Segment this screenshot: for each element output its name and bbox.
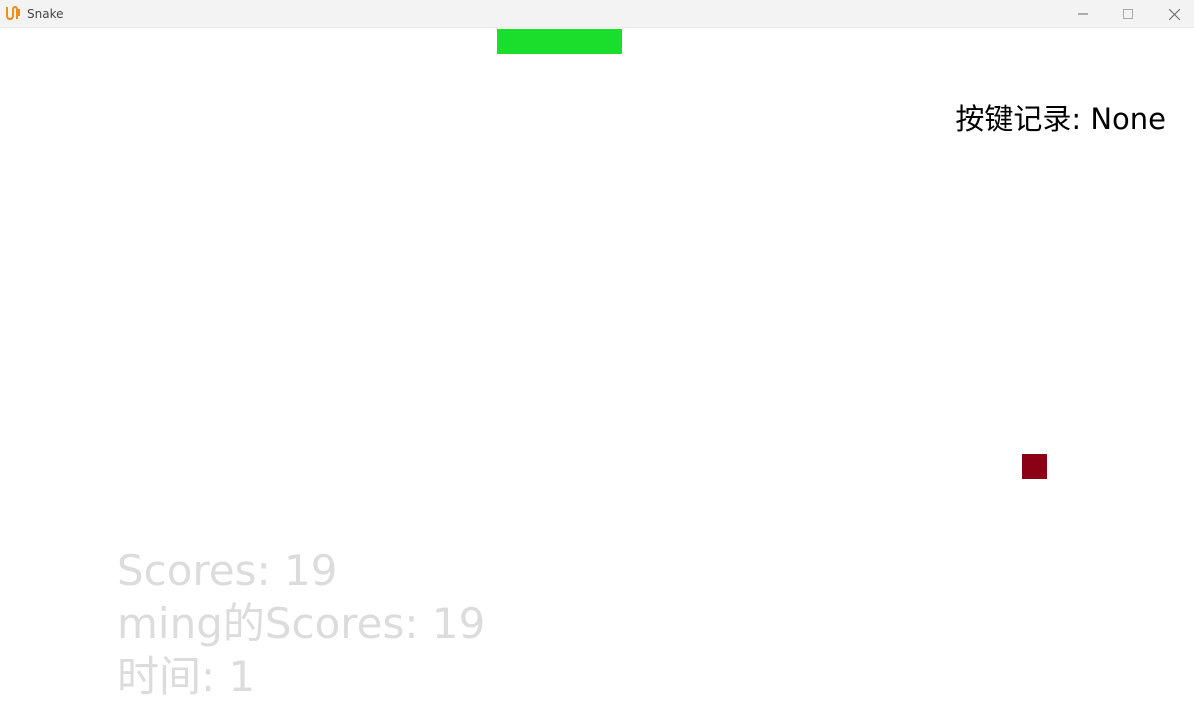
maximize-icon xyxy=(1123,9,1133,19)
minimize-button[interactable] xyxy=(1060,0,1106,28)
player-scores-label: ming的Scores: 19 xyxy=(117,599,486,648)
scores-label: Scores: 19 xyxy=(117,546,338,595)
snake-app-icon xyxy=(6,5,20,21)
game-canvas[interactable]: 按键记录: None Scores: 19 ming的Scores: 19 时间… xyxy=(0,29,1194,728)
snake-window: Snake 按键记录: None Scores: 19 ming的Scores:… xyxy=(0,0,1194,728)
snake-body xyxy=(497,29,622,54)
title-bar[interactable]: Snake xyxy=(0,0,1194,28)
key-record-label: 按键记录: None xyxy=(955,102,1166,136)
close-icon xyxy=(1168,8,1180,20)
minimize-icon xyxy=(1078,13,1088,15)
score-panel: Scores: 19 ming的Scores: 19 时间: 1 xyxy=(117,544,485,703)
food-block xyxy=(1022,454,1047,479)
time-label: 时间: 1 xyxy=(117,652,256,701)
maximize-button[interactable] xyxy=(1105,0,1151,28)
close-button[interactable] xyxy=(1151,0,1194,28)
window-title: Snake xyxy=(27,7,64,21)
